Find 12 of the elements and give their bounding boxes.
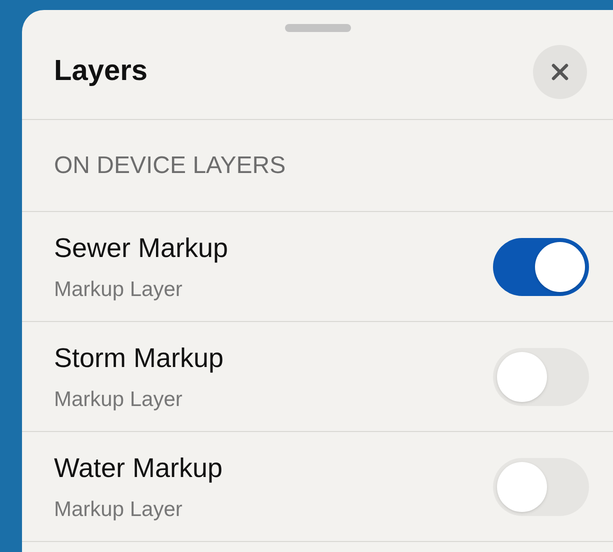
drag-handle[interactable] [284,24,350,32]
layer-type: Markup Layer [54,387,184,413]
layer-type: Markup Layer [54,277,184,303]
toggle-knob [497,352,547,402]
layer-name: Water Markup [54,452,223,485]
toggle-knob [535,242,585,292]
layer-name: Storm Markup [54,342,224,375]
section-heading: ON DEVICE LAYERS [54,150,286,180]
panel-title: Layers [54,54,148,89]
layer-type: Markup Layer [54,497,184,523]
toggle-knob [497,462,547,512]
layer-name: Sewer Markup [54,232,228,265]
